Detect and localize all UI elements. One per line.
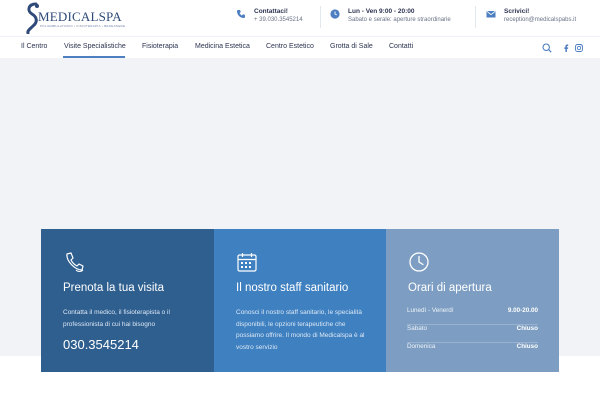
hours-day: Domenica [407, 343, 436, 350]
clock-outline-icon [409, 252, 429, 272]
hours-card: Orari di apertura Lunedì - Venerdì 9.00-… [386, 229, 559, 372]
contact-title: Lun - Ven 9:00 - 20:00 [348, 8, 415, 15]
contact-detail[interactable]: + 39.030.3545214 [254, 17, 303, 23]
hours-day: Lunedì - Venerdì [407, 307, 454, 314]
hours-row: Sabato Chiuso [407, 325, 538, 343]
top-header: MEDICALSPA POLIAMBULATORIO • FISIOTERAPI… [0, 0, 600, 36]
calendar-icon [237, 253, 257, 272]
hours-time: Chiuso [516, 343, 538, 350]
staff-title: Il nostro staff sanitario [236, 282, 349, 294]
booking-card: Prenota la tua visita Contatta il medico… [41, 229, 214, 372]
nav-item-centro-estetico[interactable]: Centro Estetico [266, 43, 314, 50]
hours-time: Chiuso [516, 325, 538, 332]
staff-card[interactable]: Il nostro staff sanitario Conosci il nos… [214, 229, 386, 372]
hours-row: Lunedì - Venerdì 9.00-20.00 [407, 307, 538, 325]
clock-icon [330, 9, 340, 19]
nav-item-visite-specialistiche[interactable]: Visite Specialistiche [64, 43, 126, 50]
hours-title: Orari di apertura [408, 282, 492, 294]
contact-title: Scrivici! [504, 8, 530, 15]
nav-item-fisioterapia[interactable]: Fisioterapia [142, 43, 178, 50]
divider [475, 6, 476, 28]
contact-title: Contattaci! [254, 8, 288, 15]
divider [320, 6, 321, 28]
logo-tagline: POLIAMBULATORIO • FISIOTERAPIA • BENESSE… [40, 24, 126, 28]
nav-item-grotta-di-sale[interactable]: Grotta di Sale [330, 43, 373, 50]
contact-detail[interactable]: reception@medicalspabs.it [504, 17, 576, 23]
logo[interactable]: MEDICALSPA POLIAMBULATORIO • FISIOTERAPI… [24, 2, 125, 34]
nav-item-medicina-estetica[interactable]: Medicina Estetica [195, 43, 250, 50]
mail-icon [486, 10, 496, 18]
main-nav: Il Centro Visite Specialistiche Fisioter… [0, 36, 600, 58]
booking-text: Contatta il medico, il fisioterapista o … [63, 309, 170, 328]
booking-phone[interactable]: 030.3545214 [63, 337, 139, 352]
hours-row: Domenica Chiuso [407, 343, 538, 361]
contact-detail: Sabato e serale: aperture straordinarie [348, 17, 451, 23]
staff-text: Conosci il nostro staff sanitario, le sp… [236, 309, 365, 351]
facebook-icon[interactable] [561, 43, 571, 53]
logo-name: MEDICALSPA [38, 9, 122, 24]
instagram-icon[interactable] [574, 43, 584, 53]
phone-hand-icon [66, 252, 84, 272]
booking-title: Prenota la tua visita [63, 282, 165, 294]
hours-day: Sabato [407, 325, 427, 332]
nav-item-contatti[interactable]: Contatti [389, 43, 413, 50]
search-icon[interactable] [542, 43, 552, 53]
phone-icon [237, 10, 245, 18]
hours-time: 9.00-20.00 [507, 307, 538, 314]
nav-item-il-centro[interactable]: Il Centro [21, 43, 47, 50]
